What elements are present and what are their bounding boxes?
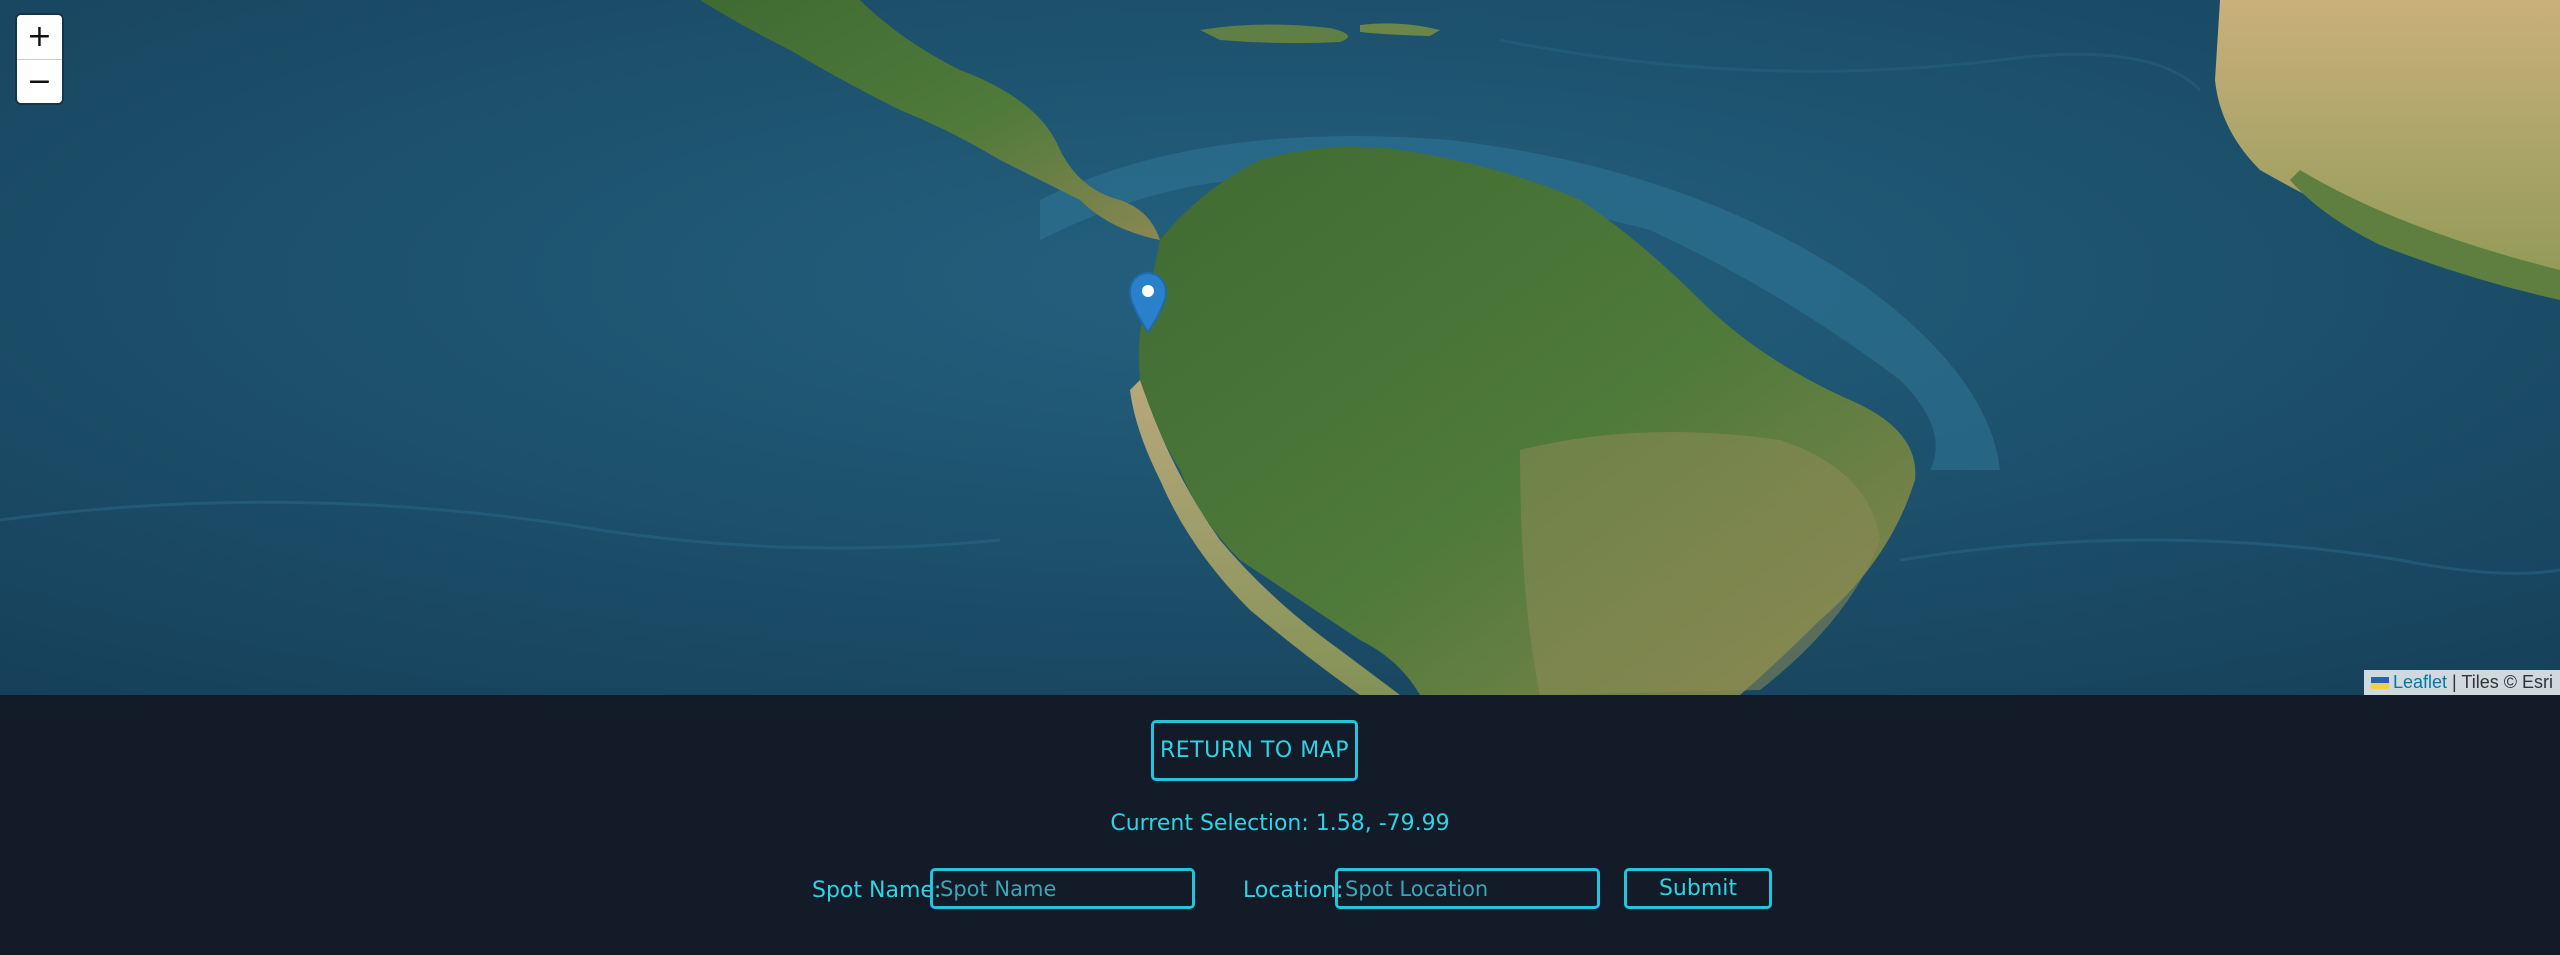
zoom-control: + −: [17, 15, 62, 103]
leaflet-link[interactable]: Leaflet: [2393, 672, 2447, 692]
location-label: Location:: [1243, 878, 1344, 903]
spot-name-label: Spot Name:: [812, 878, 942, 903]
satellite-terrain: [0, 0, 2560, 695]
zoom-out-button[interactable]: −: [17, 60, 62, 103]
current-selection: Current Selection: 1.58, -79.99: [1110, 811, 1450, 836]
submit-button[interactable]: Submit: [1624, 868, 1772, 909]
location-input[interactable]: [1335, 868, 1600, 909]
spot-form-panel: RETURN TO MAP Current Selection: 1.58, -…: [0, 695, 2560, 955]
map-view[interactable]: + − Leaflet | Tiles © Esri: [0, 0, 2560, 695]
map-pin-icon[interactable]: [1129, 272, 1167, 334]
attribution-separator: |: [2447, 672, 2462, 692]
ukraine-flag-icon: [2370, 677, 2389, 689]
spot-form: Spot Name: Location: Submit: [0, 868, 2560, 913]
zoom-in-button[interactable]: +: [17, 15, 62, 60]
return-to-map-button[interactable]: RETURN TO MAP: [1151, 720, 1358, 781]
tiles-credit: Tiles © Esri: [2461, 672, 2553, 692]
spot-name-input[interactable]: [930, 868, 1195, 909]
map-attribution: Leaflet | Tiles © Esri: [2363, 670, 2560, 695]
